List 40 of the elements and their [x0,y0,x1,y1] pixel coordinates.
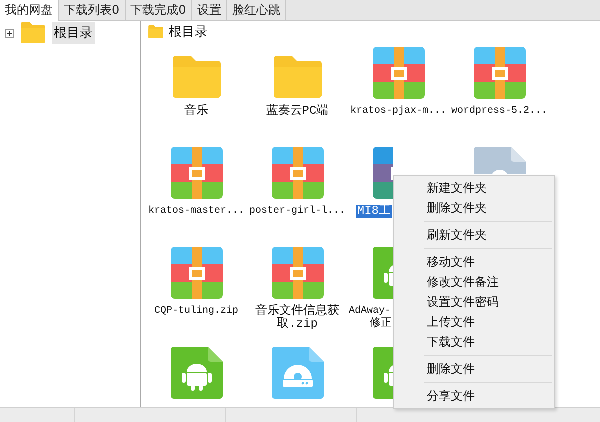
menu-item[interactable]: 分享文件 [394,386,554,406]
file-name[interactable]: 音乐 [184,105,210,118]
file-name[interactable]: AdAway- [348,305,392,318]
archive-icon[interactable] [474,47,526,99]
menu-item[interactable]: 刷新文件夹 [394,225,554,245]
android-file-icon[interactable] [373,347,393,399]
tab[interactable]: 下载完成0 [126,0,192,20]
archive-icon[interactable] [170,147,222,199]
archive-icon[interactable] [272,247,324,299]
file-name[interactable]: wordpress-5.2... [450,105,548,118]
menu-item[interactable]: 修改文件备注 [394,272,554,292]
menu-item[interactable]: 删除文件夹 [394,198,554,218]
file-name[interactable]: 蓝奏云PC端 [265,105,330,118]
document-icon[interactable] [474,147,526,174]
file-name[interactable]: CQP-tuling.zip [153,305,240,318]
archive-icon[interactable] [372,47,424,99]
tab[interactable]: 我的网盘 [0,0,59,21]
file-name[interactable]: poster-girl-l... [248,205,346,218]
menu-item[interactable]: 上传文件 [394,312,554,332]
android-file-icon[interactable] [170,347,222,399]
file-name[interactable]: 修正 [370,318,392,331]
expand-icon[interactable] [5,28,14,38]
android-file-icon[interactable] [373,247,393,299]
archive-icon[interactable] [170,247,222,299]
menu-item[interactable]: 新建文件夹 [394,178,554,198]
menu-item[interactable]: 设置文件密码 [394,292,554,312]
file-name[interactable]: MI8工 [356,205,392,218]
menu-item[interactable]: 移动文件 [394,252,554,272]
archive-icon[interactable] [373,147,393,199]
file-name[interactable]: 音乐文件信息获取.zip [248,305,348,331]
file-name[interactable]: kratos-master... [147,205,246,218]
archive-icon[interactable] [272,147,324,199]
tree-item[interactable]: 根目录 [52,22,95,44]
folder-icon [148,25,164,39]
menu-item[interactable]: 删除文件 [394,359,554,379]
disc-file-icon[interactable] [272,347,324,399]
menu-item[interactable]: 下载文件 [394,332,554,352]
folder-icon [20,22,46,44]
file-name[interactable]: kratos-pjax-m... [349,105,448,118]
current-path: 根目录 [169,24,208,41]
